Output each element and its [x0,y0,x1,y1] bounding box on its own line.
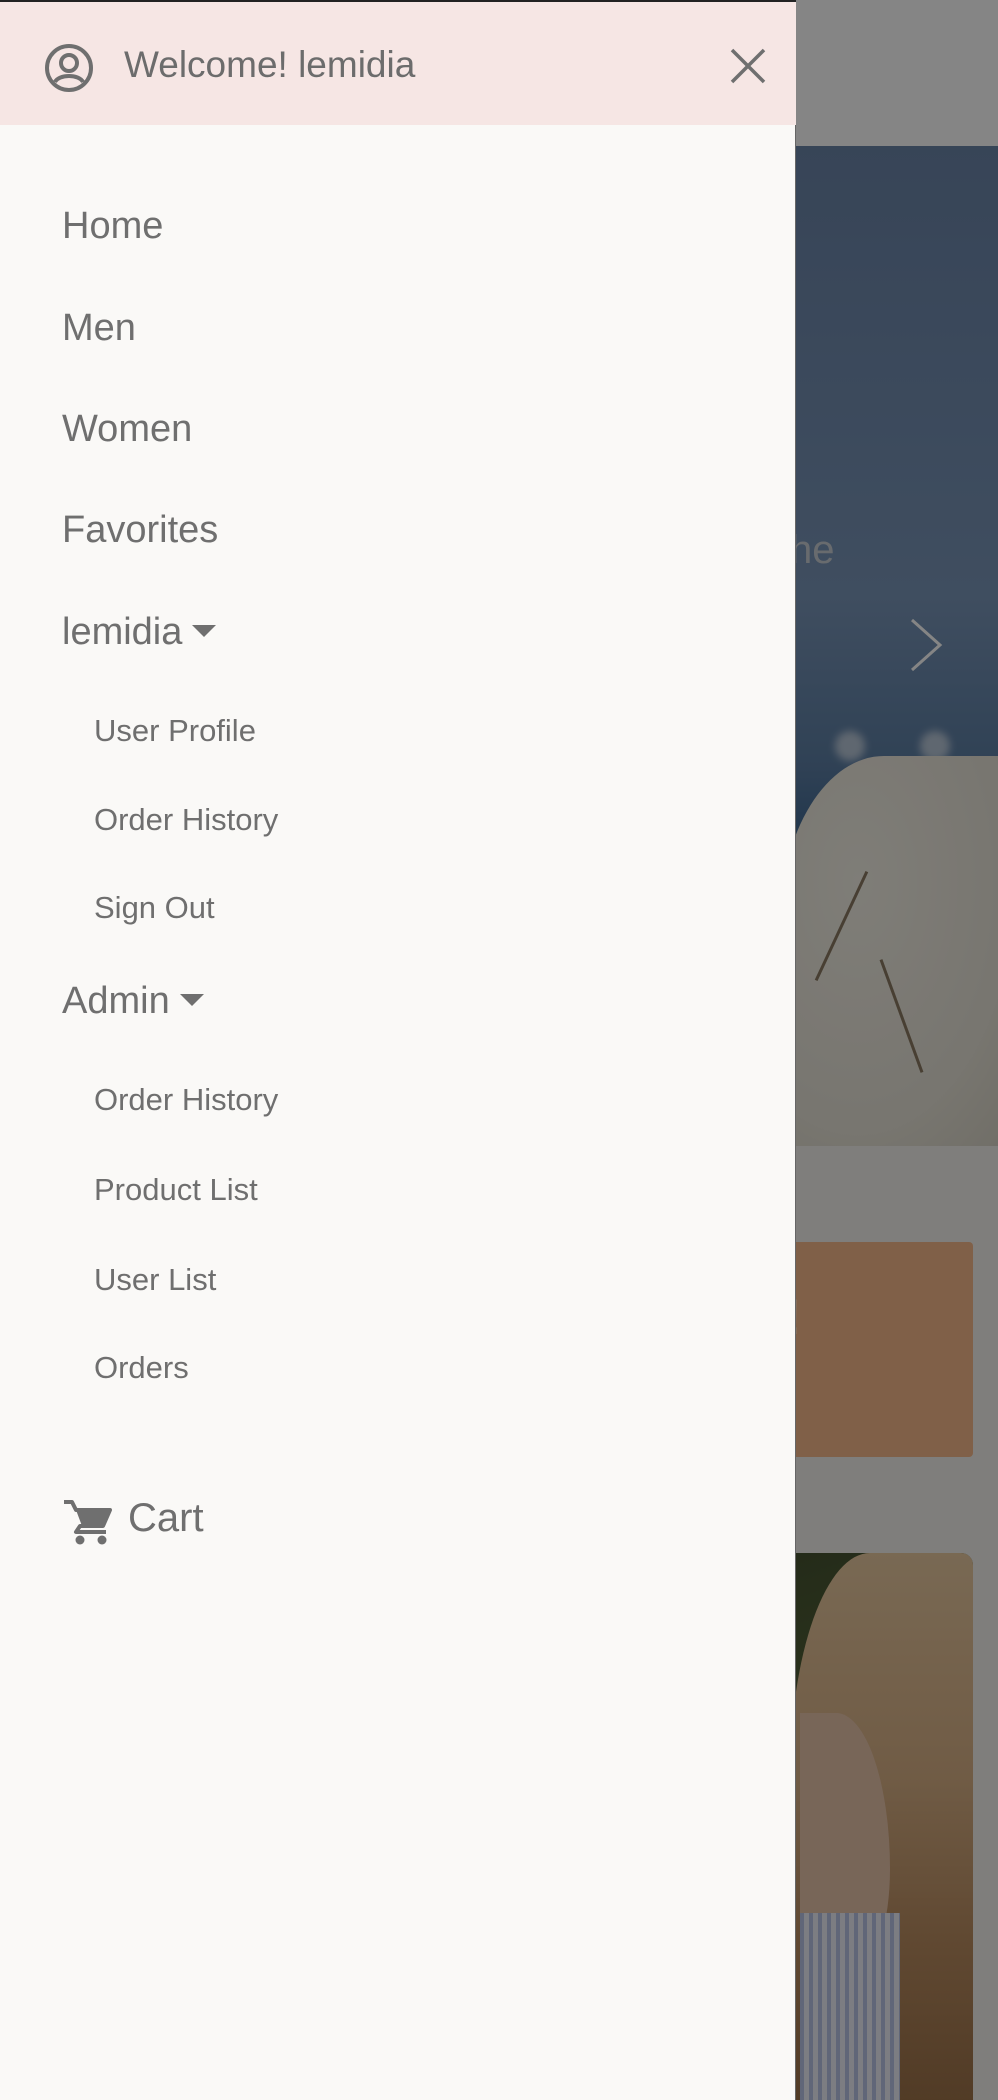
cart-icon [64,1500,112,1545]
nav-home[interactable]: Home [62,205,163,248]
admin-menu-label: Admin [62,980,170,1022]
admin-menu-toggle[interactable]: Admin [62,980,204,1023]
nav-men[interactable]: Men [62,307,136,350]
navigation-drawer: Welcome! lemidia Home Men Women Favorite… [0,0,796,2100]
app-stage: he ! Welcome! lemidia Home Men [0,0,998,2100]
user-menu-toggle[interactable]: lemidia [62,611,217,654]
menu-order-history[interactable]: Order History [94,802,278,838]
admin-product-list[interactable]: Product List [94,1172,258,1208]
admin-orders[interactable]: Orders [94,1350,189,1386]
caret-down-icon [179,993,204,1006]
nav-women[interactable]: Women [62,408,192,451]
caret-down-icon [192,624,217,637]
account-circle-icon [45,44,93,92]
menu-sign-out[interactable]: Sign Out [94,890,215,926]
drawer-header: Welcome! lemidia [0,0,796,125]
admin-user-list[interactable]: User List [94,1262,216,1298]
user-menu-label: lemidia [62,611,183,653]
admin-order-history[interactable]: Order History [94,1082,278,1118]
cart-label: Cart [128,1496,204,1540]
welcome-message: Welcome! lemidia [124,44,416,85]
close-icon[interactable] [726,44,770,88]
menu-user-profile[interactable]: User Profile [94,713,256,749]
nav-favorites[interactable]: Favorites [62,509,218,552]
